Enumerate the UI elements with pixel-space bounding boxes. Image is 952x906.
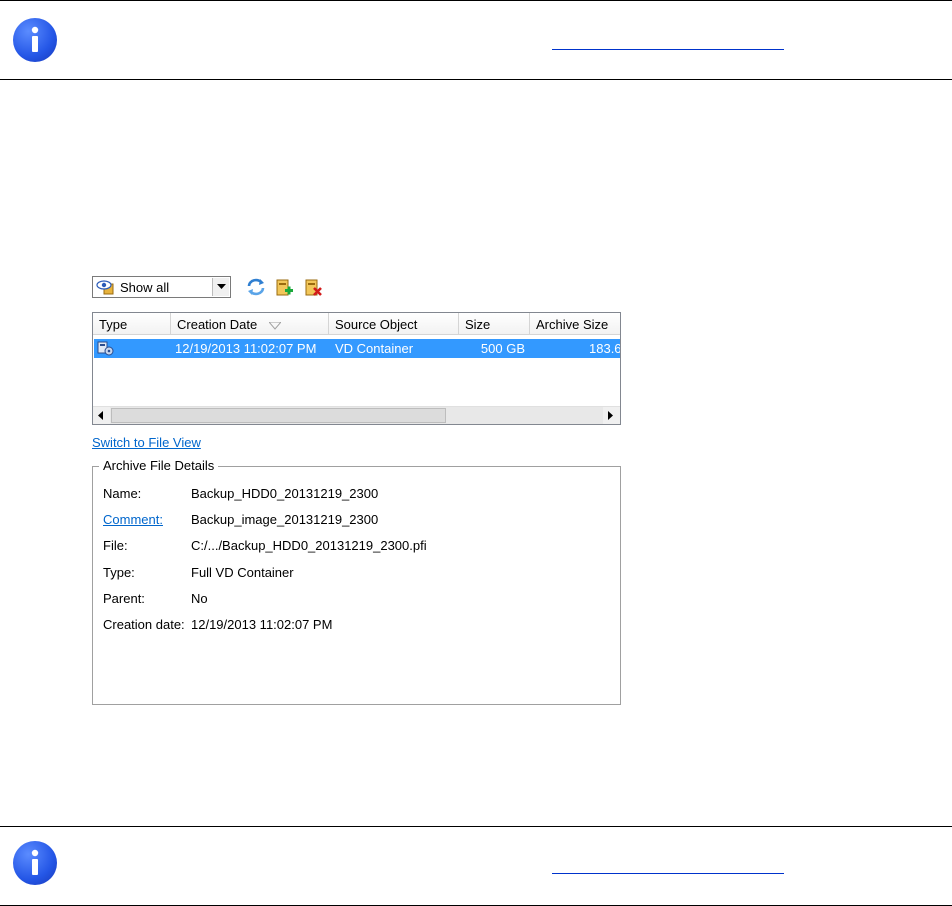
info-icon bbox=[13, 18, 57, 62]
table-row[interactable]: 12/19/2013 11:02:07 PM VD Container 500 … bbox=[94, 339, 621, 359]
vd-container-icon bbox=[97, 340, 115, 359]
column-header-creation-date[interactable]: Creation Date bbox=[171, 313, 329, 335]
add-archive-icon[interactable] bbox=[275, 278, 295, 303]
filter-dropdown[interactable]: Show all bbox=[92, 276, 231, 298]
cell-archive-size: 183.6 bbox=[589, 341, 621, 356]
refresh-icon[interactable] bbox=[246, 278, 266, 301]
column-header-source-object[interactable]: Source Object bbox=[329, 313, 459, 335]
comment-link[interactable]: Comment: bbox=[103, 512, 163, 527]
info-note-top bbox=[0, 0, 952, 80]
scroll-right-icon[interactable] bbox=[603, 407, 620, 424]
details-title: Archive File Details bbox=[99, 458, 219, 473]
scrollbar-thumb[interactable] bbox=[111, 408, 446, 423]
cell-creation-date: 12/19/2013 11:02:07 PM bbox=[175, 341, 317, 356]
cell-source-object: VD Container bbox=[335, 341, 414, 356]
filter-selected-value: Show all bbox=[120, 280, 170, 295]
delete-archive-icon[interactable] bbox=[304, 278, 324, 303]
chevron-down-icon[interactable] bbox=[212, 278, 229, 296]
info-note-bottom bbox=[0, 826, 952, 906]
archive-list[interactable]: Type Creation Date Source Object Size Ar… bbox=[92, 312, 621, 425]
column-header-size[interactable]: Size bbox=[459, 313, 530, 335]
archive-toolbar: Show all bbox=[92, 276, 392, 300]
horizontal-scrollbar[interactable] bbox=[93, 406, 620, 424]
list-header: Type Creation Date Source Object Size Ar… bbox=[93, 313, 620, 335]
column-header-archive-size[interactable]: Archive Size bbox=[530, 313, 620, 335]
note-hyperlink[interactable] bbox=[552, 49, 784, 50]
note-hyperlink[interactable] bbox=[552, 873, 784, 874]
info-icon bbox=[13, 841, 57, 885]
switch-to-file-view-link[interactable]: Switch to File View bbox=[92, 435, 201, 450]
cell-size: 500 GB bbox=[480, 341, 525, 356]
archive-file-details: Archive File Details Name: Backup_HDD0_2… bbox=[92, 458, 621, 705]
scroll-left-icon[interactable] bbox=[93, 407, 110, 424]
show-all-eye-icon bbox=[96, 279, 116, 300]
sort-descending-icon bbox=[267, 318, 283, 333]
column-header-type[interactable]: Type bbox=[93, 313, 171, 335]
